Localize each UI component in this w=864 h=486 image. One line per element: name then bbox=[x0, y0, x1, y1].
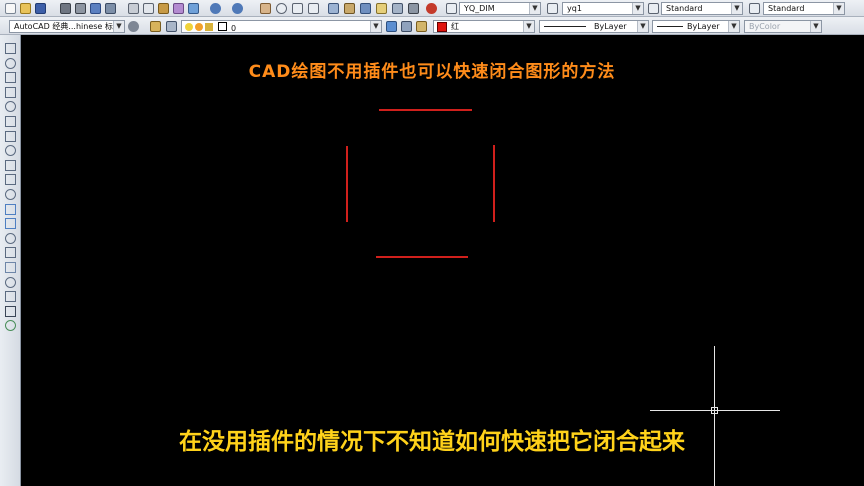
plotstyle-combo: ByColor ▼ bbox=[744, 20, 822, 33]
drawing-line-bottom[interactable] bbox=[376, 256, 468, 258]
sun-icon bbox=[195, 23, 203, 31]
layer-properties-icon[interactable] bbox=[150, 21, 161, 32]
block-editor-icon[interactable] bbox=[188, 3, 199, 14]
standard-toolbar: YQ_DIM ▼ yq1 ▼ Standard ▼ Standard ▼ bbox=[0, 0, 864, 17]
match-properties-icon[interactable] bbox=[173, 3, 184, 14]
hatch-icon[interactable] bbox=[5, 247, 16, 259]
lock-icon bbox=[205, 23, 213, 31]
layers-properties-toolbar: AutoCAD 经典...hinese 标准 ▼ 0 ▼ 红 ▼ ByLayer ▼ B… bbox=[0, 17, 864, 35]
copy-icon[interactable] bbox=[143, 3, 154, 14]
dim-style-combo[interactable]: YQ_DIM ▼ bbox=[459, 2, 541, 15]
video-subtitle: 在没用插件的情况下不知道如何快速把它闭合起来 bbox=[179, 429, 685, 455]
workspace-combo[interactable]: AutoCAD 经典...hinese 标准 ▼ bbox=[9, 20, 125, 33]
workspace-settings-icon[interactable] bbox=[128, 21, 139, 32]
zoom-previous-icon[interactable] bbox=[308, 3, 319, 14]
paste-icon[interactable] bbox=[158, 3, 169, 14]
zoom-realtime-icon[interactable] bbox=[276, 3, 287, 14]
multileader-style-combo[interactable]: Standard ▼ bbox=[763, 2, 845, 15]
chevron-down-icon: ▼ bbox=[810, 21, 821, 32]
tool-palettes-icon[interactable] bbox=[360, 3, 371, 14]
color-swatch bbox=[437, 22, 447, 32]
ellipse-icon[interactable] bbox=[5, 174, 16, 186]
table-style-combo[interactable]: Standard ▼ bbox=[661, 2, 743, 15]
canvas-title: CAD绘图不用插件也可以快速闭合图形的方法 bbox=[248, 62, 616, 82]
lineweight-combo[interactable]: ByLayer ▼ bbox=[652, 20, 740, 33]
help-icon[interactable] bbox=[426, 3, 437, 14]
chevron-down-icon: ▼ bbox=[637, 21, 648, 32]
chevron-down-icon: ▼ bbox=[728, 21, 739, 32]
chevron-down-icon: ▼ bbox=[632, 3, 643, 14]
rectangle-icon[interactable] bbox=[5, 101, 16, 113]
plot-icon[interactable] bbox=[105, 3, 116, 14]
publish-icon[interactable] bbox=[90, 3, 101, 14]
new-file-icon[interactable] bbox=[5, 3, 16, 14]
chevron-down-icon: ▼ bbox=[731, 3, 742, 14]
crosshair-pickbox bbox=[711, 407, 718, 414]
undo-icon[interactable] bbox=[210, 3, 221, 14]
point-icon[interactable] bbox=[5, 232, 16, 244]
multiline-text-icon[interactable] bbox=[5, 305, 16, 317]
sheet-set-icon[interactable] bbox=[376, 3, 387, 14]
arc-icon[interactable] bbox=[5, 116, 16, 127]
ellipse-arc-icon[interactable] bbox=[5, 189, 16, 200]
crosshair-vertical bbox=[714, 346, 715, 486]
drawing-canvas[interactable] bbox=[22, 35, 864, 486]
markup-icon[interactable] bbox=[392, 3, 403, 14]
region-icon[interactable] bbox=[5, 276, 16, 288]
drawing-line-right[interactable] bbox=[493, 145, 495, 222]
layer-isolate-icon[interactable] bbox=[416, 21, 427, 32]
add-selected-icon[interactable] bbox=[5, 320, 16, 332]
drawing-line-left[interactable] bbox=[346, 146, 348, 222]
make-block-icon[interactable] bbox=[5, 218, 16, 230]
linetype-combo[interactable]: ByLayer ▼ bbox=[539, 20, 649, 33]
chevron-down-icon: ▼ bbox=[523, 21, 534, 32]
lightbulb-icon bbox=[185, 23, 193, 31]
dimension-style-icon[interactable] bbox=[547, 3, 558, 14]
design-center-icon[interactable] bbox=[344, 3, 355, 14]
color-combo[interactable]: 红 ▼ bbox=[433, 20, 535, 33]
spline-icon[interactable] bbox=[5, 159, 16, 171]
draw-toolbar bbox=[0, 35, 21, 486]
layer-combo[interactable]: 0 ▼ bbox=[181, 20, 382, 33]
print-icon[interactable] bbox=[60, 3, 71, 14]
layer-previous-icon[interactable] bbox=[401, 21, 412, 32]
chevron-down-icon: ▼ bbox=[833, 3, 844, 14]
gradient-icon[interactable] bbox=[5, 262, 16, 273]
print-preview-icon[interactable] bbox=[75, 3, 86, 14]
properties-icon[interactable] bbox=[328, 3, 339, 14]
lineweight-sample bbox=[657, 26, 683, 27]
text-style-icon[interactable] bbox=[446, 3, 457, 14]
layer-color-swatch bbox=[218, 22, 227, 31]
line-icon[interactable] bbox=[5, 43, 16, 54]
open-file-icon[interactable] bbox=[20, 3, 31, 14]
redo-icon[interactable] bbox=[232, 3, 243, 14]
layer-states-icon[interactable] bbox=[166, 21, 177, 32]
zoom-window-icon[interactable] bbox=[292, 3, 303, 14]
insert-block-icon[interactable] bbox=[5, 203, 16, 215]
table-style-icon[interactable] bbox=[648, 3, 659, 14]
chevron-down-icon: ▼ bbox=[113, 21, 124, 32]
drawing-line-top[interactable] bbox=[379, 109, 472, 111]
pan-icon[interactable] bbox=[260, 3, 271, 14]
revision-cloud-icon[interactable] bbox=[5, 145, 16, 157]
cut-icon[interactable] bbox=[128, 3, 139, 14]
multileader-style-icon[interactable] bbox=[749, 3, 760, 14]
text-style-combo[interactable]: yq1 ▼ bbox=[562, 2, 644, 15]
calculator-icon[interactable] bbox=[408, 3, 419, 14]
save-icon[interactable] bbox=[35, 3, 46, 14]
chevron-down-icon: ▼ bbox=[529, 3, 540, 14]
circle-icon[interactable] bbox=[5, 130, 16, 142]
polygon-icon[interactable] bbox=[5, 86, 16, 98]
chevron-down-icon: ▼ bbox=[370, 21, 381, 32]
table-icon[interactable] bbox=[5, 291, 16, 303]
make-current-layer-icon[interactable] bbox=[386, 21, 397, 32]
linetype-sample bbox=[544, 26, 586, 27]
